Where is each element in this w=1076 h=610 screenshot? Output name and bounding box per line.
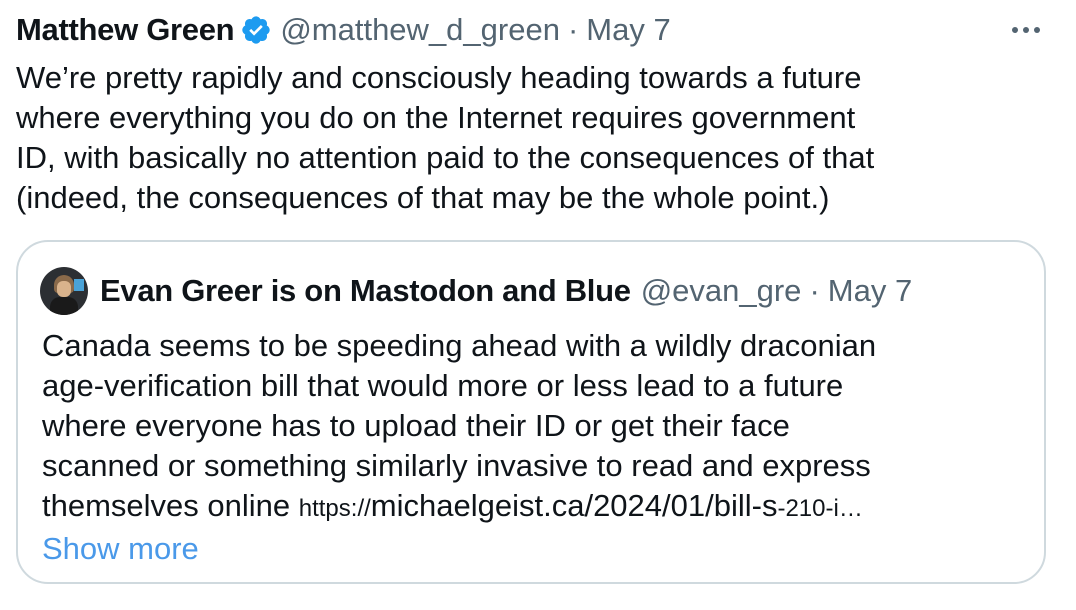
avatar[interactable] [40,267,88,315]
quoted-tweet[interactable]: Evan Greer is on Mastodon and Blue @evan… [16,240,1046,584]
tweet-text: We’re pretty rapidly and consciously hea… [16,60,875,215]
tweet-header: Matthew Green @matthew_d_green · May 7 [16,8,1060,52]
quoted-tweet-link[interactable]: https://michaelgeist.ca/2024/01/bill-s-2… [299,488,863,523]
separator-dot: · [567,12,579,47]
author-handle[interactable]: @matthew_d_green [280,12,560,48]
link-tail: -210-i… [777,495,863,522]
quoted-tweet-header: Evan Greer is on Mastodon and Blue @evan… [40,266,912,316]
ellipsis-icon[interactable] [1008,12,1044,48]
quoted-author-handle: @evan_gre [640,273,802,308]
quoted-author-name: Evan Greer is on Mastodon and Blue [100,273,631,308]
quoted-tweet-date: May 7 [827,273,913,308]
link-main: michaelgeist.ca/2024/01/bill-s [370,488,778,523]
link-protocol: https:// [298,495,371,522]
author-name[interactable]: Matthew Green [16,12,235,48]
separator-dot: · [809,273,820,308]
verified-badge-icon [240,14,272,46]
show-more-link[interactable]: Show more [42,529,1032,569]
quoted-tweet-text: Canada seems to be speeding ahead with a… [42,326,1032,569]
tweet-date[interactable]: May 7 [586,12,670,48]
